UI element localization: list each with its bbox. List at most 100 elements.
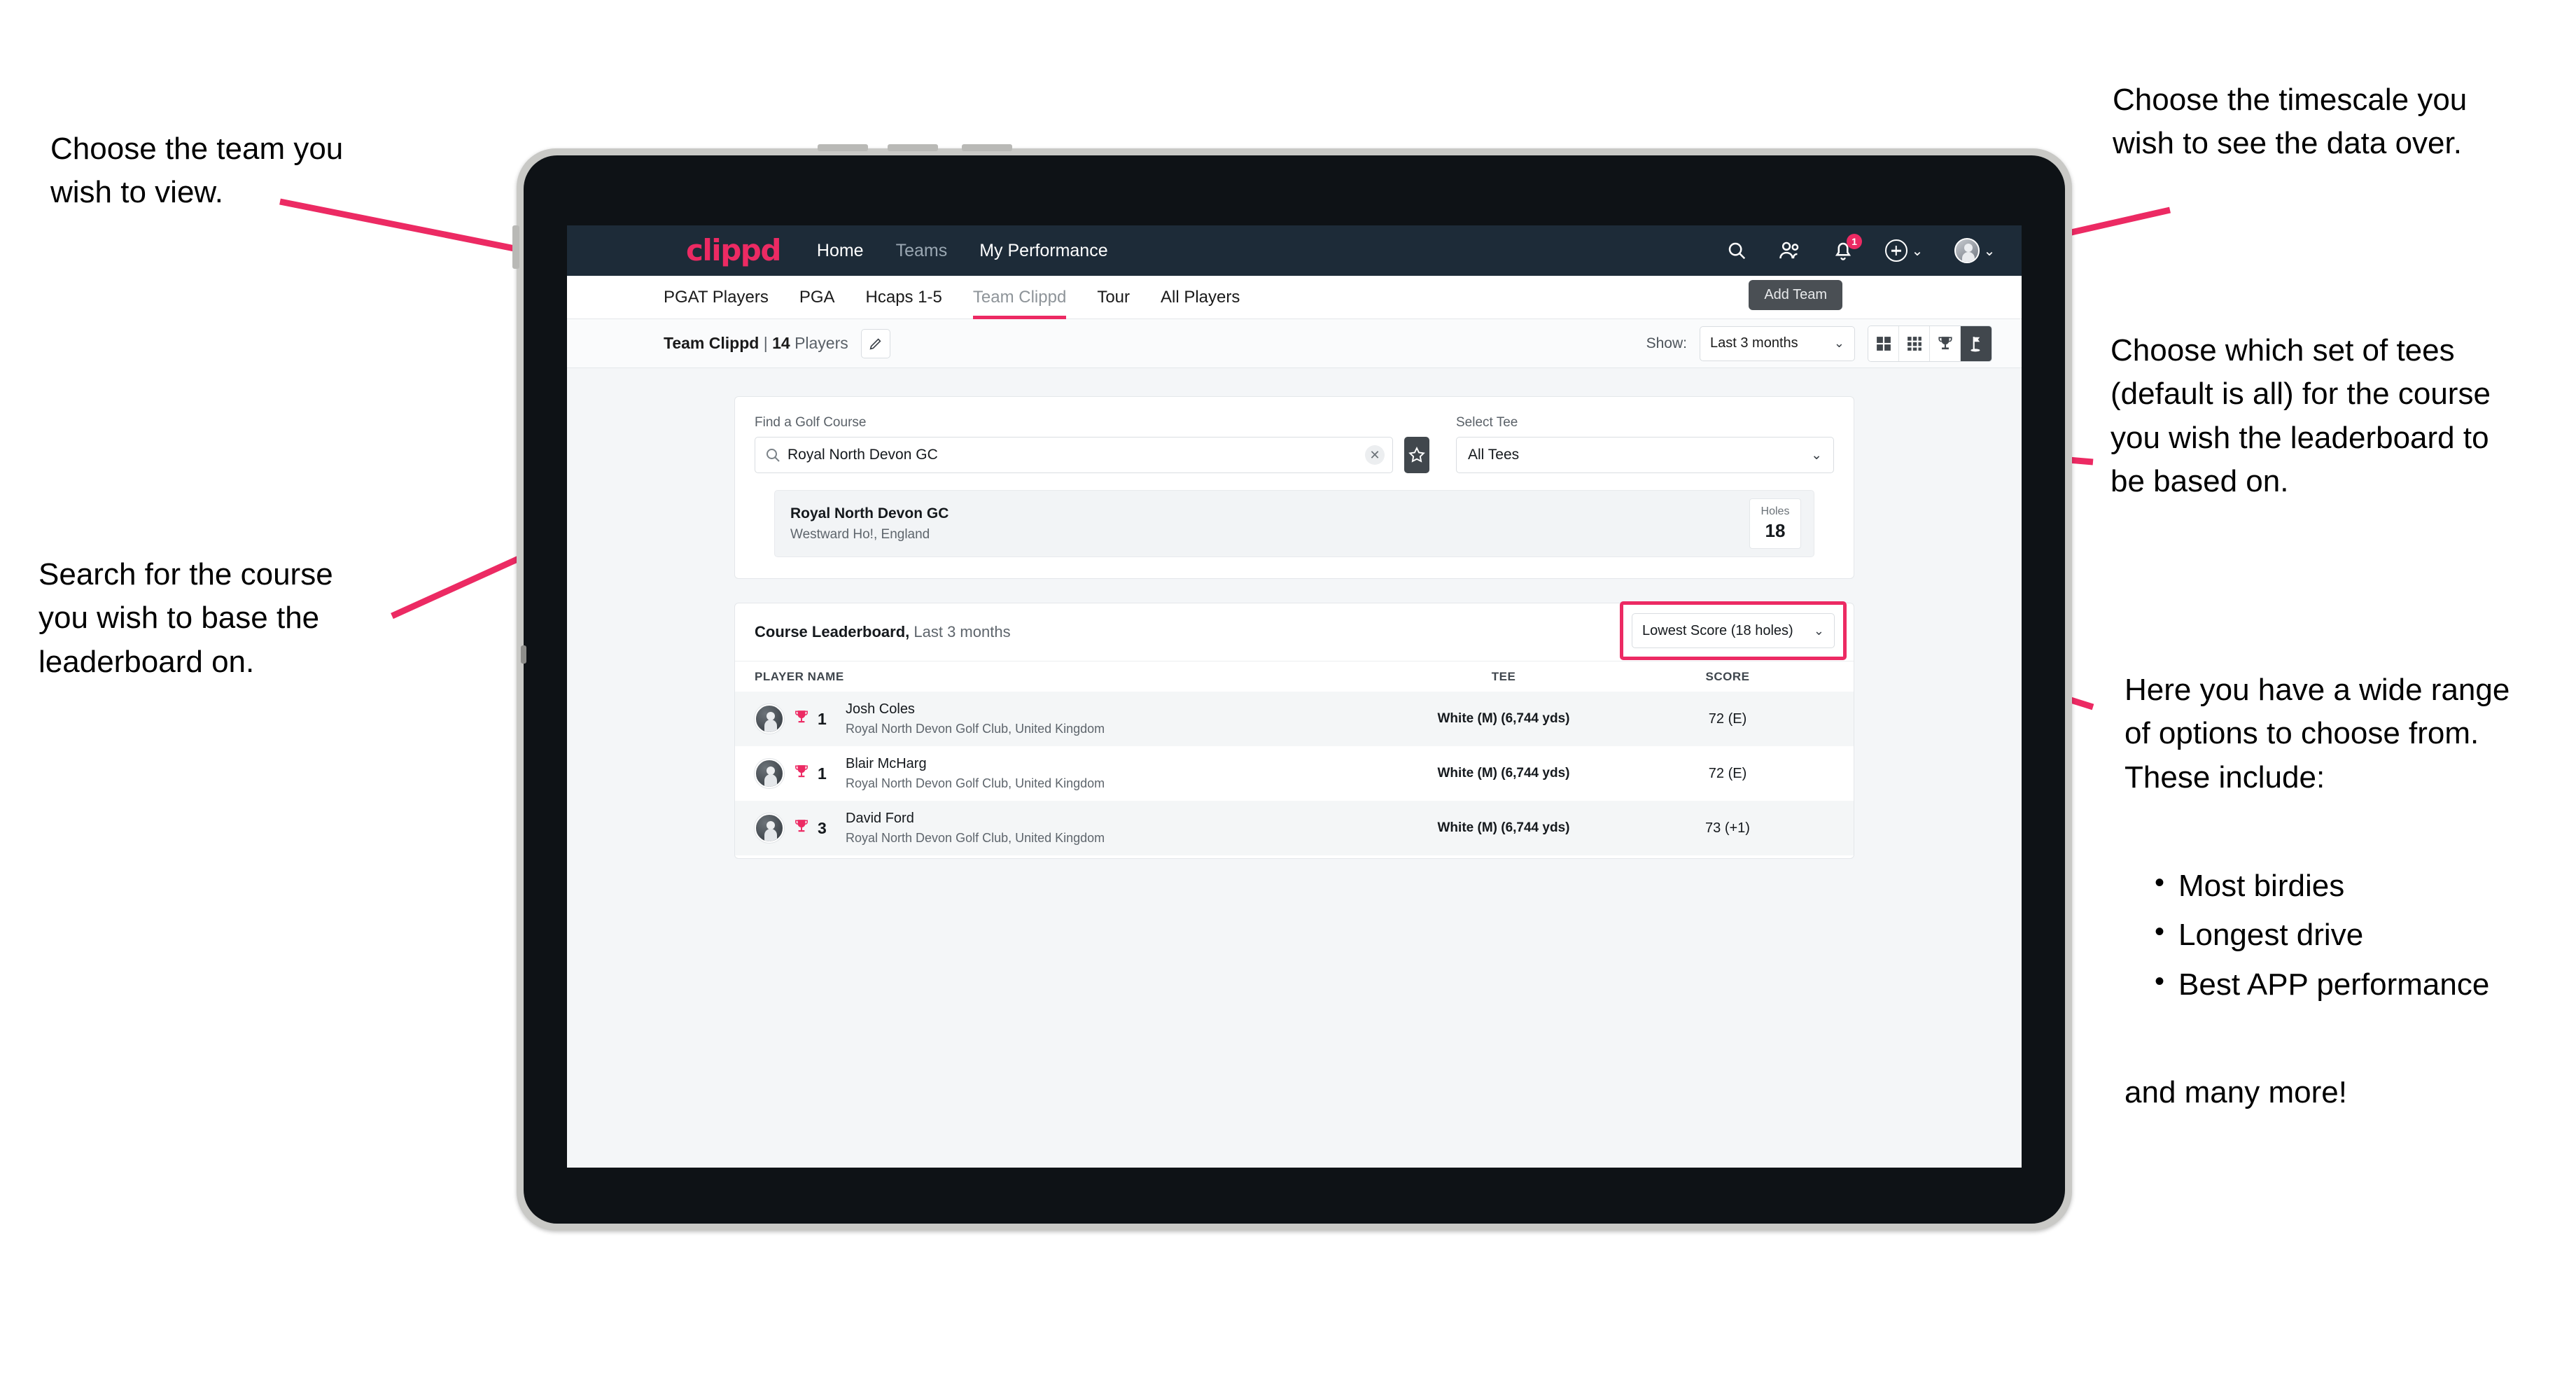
nav-link-my-performance[interactable]: My Performance xyxy=(979,241,1107,261)
course-search-wrapper: Royal North Devon GC ✕ xyxy=(755,437,1393,473)
annotation-options-outro: and many more! xyxy=(2124,1075,2347,1110)
player-identity: Blair McHarg Royal North Devon Golf Club… xyxy=(846,756,1105,791)
list-item: Most birdies xyxy=(2149,863,2576,908)
timescale-select[interactable]: Last 3 months ⌄ xyxy=(1700,326,1855,361)
avatar-icon[interactable]: ⌄ xyxy=(1953,238,1996,263)
chevron-down-icon: ⌄ xyxy=(1811,447,1822,463)
leaderboard-column-headers: PLAYER NAME TEE SCORE xyxy=(735,661,1854,692)
avatar xyxy=(1954,238,1980,263)
player-tee: White (M) (6,744 yds) xyxy=(1437,820,1570,835)
main-content: Find a Golf Course Royal North Devon GC … xyxy=(567,368,2022,859)
leaderboard-metric-select[interactable]: Lowest Score (18 holes) ⌄ xyxy=(1632,613,1835,648)
star-icon xyxy=(1408,447,1425,463)
app-screen: clippd Home Teams My Performance 1 ⌄ ⌄ P… xyxy=(567,225,2022,1168)
bell-icon[interactable]: 1 xyxy=(1831,234,1862,262)
course-search-value: Royal North Devon GC xyxy=(788,447,938,463)
tee-select-label: Select Tee xyxy=(1456,415,1518,430)
avatar xyxy=(755,813,784,843)
table-row[interactable]: 1 Josh Coles Royal North Devon Golf Club… xyxy=(735,692,1854,746)
course-flag-view-button[interactable] xyxy=(1961,326,1991,361)
course-result-name: Royal North Devon GC xyxy=(790,505,949,522)
search-icon[interactable] xyxy=(1725,239,1749,262)
leaderboard-header: Course Leaderboard, Last 3 months Lowest… xyxy=(735,601,1854,661)
clear-search-button[interactable]: ✕ xyxy=(1365,445,1385,465)
player-tee: White (M) (6,744 yds) xyxy=(1437,766,1570,780)
add-team-tooltip: Add Team xyxy=(1749,280,1842,310)
volume-button[interactable] xyxy=(962,144,1012,151)
team-players-word: Players xyxy=(794,334,848,352)
leaderboard-title-main: Course Leaderboard, xyxy=(755,623,910,640)
nav-link-teams[interactable]: Teams xyxy=(896,241,948,261)
avatar xyxy=(755,704,784,734)
team-name: Team Clippd xyxy=(664,334,760,352)
favourite-course-button[interactable] xyxy=(1404,437,1429,473)
show-label: Show: xyxy=(1646,335,1687,351)
tablet-device-frame: clippd Home Teams My Performance 1 ⌄ ⌄ P… xyxy=(512,144,2072,1231)
trophy-view-button[interactable] xyxy=(1930,326,1961,361)
list-item: Best APP performance xyxy=(2149,962,2576,1007)
player-name: Blair McHarg xyxy=(846,756,927,771)
plus-circle-icon[interactable]: ⌄ xyxy=(1884,239,1924,262)
column-tee: TEE xyxy=(1491,669,1516,683)
chevron-down-icon: ⌄ xyxy=(1911,243,1924,259)
course-search-input[interactable]: Royal North Devon GC xyxy=(755,437,1393,473)
grid-2x2-view-button[interactable] xyxy=(1868,326,1899,361)
volume-button[interactable] xyxy=(818,144,868,151)
table-row[interactable]: 3 David Ford Royal North Devon Golf Club… xyxy=(735,801,1854,855)
course-result-row[interactable]: Royal North Devon GC Westward Ho!, Engla… xyxy=(774,490,1814,557)
notification-badge: 1 xyxy=(1847,234,1862,249)
column-score: SCORE xyxy=(1705,669,1750,683)
tab-team-clippd[interactable]: Team Clippd xyxy=(972,276,1067,319)
tab-pga[interactable]: PGA xyxy=(799,276,835,319)
leaderboard-metric-value: Lowest Score (18 holes) xyxy=(1642,622,1793,638)
leaderboard-metric-highlight: Lowest Score (18 holes) ⌄ xyxy=(1620,601,1847,660)
secondary-tab-bar: PGAT Players PGA Hcaps 1-5 Team Clippd T… xyxy=(567,276,2022,319)
tab-tour[interactable]: Tour xyxy=(1097,276,1130,319)
team-toolbar: Team Clippd | 14 Players Show: Last 3 mo… xyxy=(567,319,2022,368)
player-name: David Ford xyxy=(846,811,914,826)
toolbar-right-controls: Show: Last 3 months ⌄ xyxy=(1646,325,1992,362)
table-row[interactable]: 1 Blair McHarg Royal North Devon Golf Cl… xyxy=(735,746,1854,801)
course-search-label: Find a Golf Course xyxy=(755,415,867,430)
side-port xyxy=(521,645,526,664)
annotation-options-intro: Here you have a wide range of options to… xyxy=(2124,673,2510,794)
annotation-options-list: Most birdies Longest drive Best APP perf… xyxy=(2149,863,2576,1012)
page-root: Choose the team you wish to view. Search… xyxy=(0,0,2576,1386)
volume-button[interactable] xyxy=(888,144,938,151)
trophy-icon xyxy=(794,818,809,839)
grid-2x2-icon xyxy=(1876,336,1891,351)
tablet-bezel: clippd Home Teams My Performance 1 ⌄ ⌄ P… xyxy=(521,155,2065,1224)
tee-select[interactable]: All Tees ⌄ xyxy=(1456,437,1834,473)
tab-pgat-players[interactable]: PGAT Players xyxy=(664,276,769,319)
avatar xyxy=(755,759,784,788)
search-icon xyxy=(764,447,781,467)
chevron-down-icon: ⌄ xyxy=(1813,623,1824,638)
view-toggle-group xyxy=(1868,325,1992,362)
player-score: 73 (+1) xyxy=(1705,820,1750,836)
grid-3x3-icon xyxy=(1907,336,1921,351)
team-separator: | xyxy=(759,334,773,352)
team-summary-label: Team Clippd | 14 Players xyxy=(664,334,848,353)
power-button[interactable] xyxy=(512,225,519,269)
clippd-logo[interactable]: clippd xyxy=(686,236,781,265)
trophy-icon xyxy=(1938,336,1952,349)
tab-all-players[interactable]: All Players xyxy=(1161,276,1240,319)
course-search-card: Find a Golf Course Royal North Devon GC … xyxy=(734,396,1854,579)
top-navigation-bar: clippd Home Teams My Performance 1 ⌄ ⌄ xyxy=(567,225,2022,276)
people-icon[interactable] xyxy=(1778,239,1802,262)
nav-link-home[interactable]: Home xyxy=(817,241,864,261)
tab-hcaps-1-5[interactable]: Hcaps 1-5 xyxy=(866,276,942,319)
trophy-icon xyxy=(794,709,809,729)
player-score: 72 (E) xyxy=(1708,710,1747,727)
player-rank: 3 xyxy=(818,818,827,837)
main-nav-links: Home Teams My Performance xyxy=(817,241,1108,261)
grid-3x3-view-button[interactable] xyxy=(1899,326,1930,361)
annotation-search-course: Search for the course you wish to base t… xyxy=(38,557,333,679)
holes-value: 18 xyxy=(1765,520,1786,541)
edit-team-button[interactable] xyxy=(860,328,890,358)
player-identity: Josh Coles Royal North Devon Golf Club, … xyxy=(846,701,1105,736)
list-item: Longest drive xyxy=(2149,912,2576,957)
tee-select-field: Select Tee All Tees ⌄ xyxy=(1456,415,1834,473)
player-club: Royal North Devon Golf Club, United King… xyxy=(846,722,1105,736)
course-result-text: Royal North Devon GC Westward Ho!, Engla… xyxy=(790,505,948,542)
